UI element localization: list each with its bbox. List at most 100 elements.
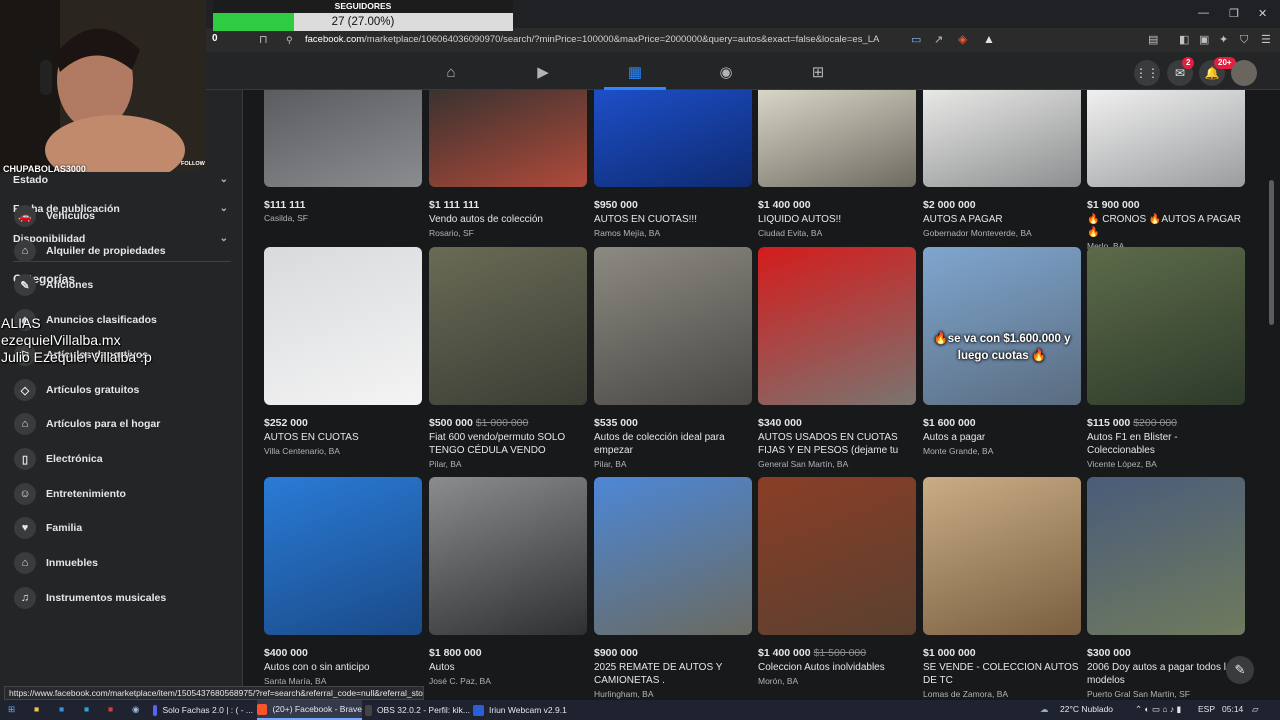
filter-estado[interactable]: Estado ⌄	[13, 174, 228, 186]
category-item[interactable]: ◇ Artículos gratuitos	[14, 379, 139, 401]
category-item[interactable]: ⌂ Alquiler de propiedades	[14, 240, 166, 262]
listing-title[interactable]: Autos de colección ideal para empezar	[594, 431, 752, 457]
steam-icon[interactable]: ◉	[132, 704, 139, 715]
listing-card[interactable]: $1 400 000 $1 500 000 Coleccion Autos inol…	[758, 477, 916, 686]
listing-card[interactable]: $2 000 000 AUTOS A PAGAR Gobernador Montev…	[923, 90, 1081, 238]
category-item[interactable]: ☺ Entretenimiento	[14, 483, 126, 505]
listing-price: $300 000	[1087, 647, 1245, 659]
brave-shield-icon[interactable]: ◈	[958, 33, 967, 45]
close-icon[interactable]: ✕	[1258, 7, 1267, 20]
taskbar-app[interactable]: OBS 32.0.2 - Perfil: kik...	[365, 700, 470, 720]
listing-card[interactable]: $252 000 AUTOS EN CUOTAS Villa Centenario,…	[264, 247, 422, 456]
listing-title[interactable]: AUTOS EN CUOTAS	[264, 431, 422, 444]
category-item[interactable]: ✎ Aficiones	[14, 274, 93, 296]
listing-card[interactable]: $1 111 111 Vendo autos de colección Rosari…	[429, 90, 587, 238]
streamer-name: CHUPABOLAS3000	[3, 164, 86, 174]
vpn-icon[interactable]: ⛉	[1240, 34, 1248, 46]
listing-card[interactable]: $400 000 Autos con o sin anticipo Santa Ma…	[264, 477, 422, 686]
explorer-icon[interactable]: ■	[34, 704, 39, 714]
sidebar-toggle-icon[interactable]: ◧	[1179, 34, 1189, 46]
listing-title[interactable]: AUTOS USADOS EN CUOTAS FIJAS Y EN PESOS …	[758, 431, 916, 457]
notification-icon[interactable]: ▱	[1252, 704, 1259, 715]
listing-title[interactable]: Vendo autos de colección	[429, 213, 587, 226]
listing-title[interactable]: SE VENDE - COLECCION AUTOS DE TC	[923, 661, 1081, 687]
menu-icon[interactable]: ☰	[1261, 34, 1271, 46]
app-icon	[257, 703, 268, 715]
listing-card[interactable]: $111 111 Casilda, SF	[264, 90, 422, 223]
language[interactable]: ESP	[1198, 704, 1215, 714]
photo-overlay-text: 🔥se va con $1.600.000 y luego cuotas 🔥	[933, 333, 1071, 362]
share-icon[interactable]: ↗	[934, 34, 943, 46]
price-value: $340 000	[758, 417, 802, 429]
wallet-icon[interactable]: ▣	[1199, 34, 1209, 46]
listing-card[interactable]: $115 000 $200 000 Autos F1 en Blister - Co…	[1087, 247, 1245, 469]
nav-home-icon[interactable]: ⌂	[441, 62, 461, 82]
listing-title[interactable]: Autos a pagar	[923, 431, 1081, 444]
listing-card[interactable]: $1 400 000 LIQUIDO AUTOS!! Ciudad Evita, B…	[758, 90, 916, 238]
listing-title[interactable]: 2006 Doy autos a pagar todos l... modelo…	[1087, 661, 1245, 687]
menu-grid-icon[interactable]: ⋮⋮	[1134, 60, 1160, 86]
tray-icons[interactable]: ⌃ ◐ ▭ ⌂ ♪ ▮	[1135, 704, 1181, 715]
listing-card[interactable]: $1 800 000 Autos José C. Paz, BA	[429, 477, 587, 686]
listing-card[interactable]: $535 000 Autos de colección ideal para em…	[594, 247, 752, 469]
listing-card[interactable]: $950 000 AUTOS EN CUOTAS!!! Ramos Mejía, B…	[594, 90, 752, 238]
reader-icon[interactable]: ▤	[1148, 34, 1158, 46]
edit-icon[interactable]: ✎	[1226, 656, 1254, 684]
listing-card[interactable]: $500 000 $1 000 000 Fiat 600 vendo/permuto…	[429, 247, 587, 469]
follower-goal: SEGUIDORES 27 (27.00%)	[213, 0, 513, 31]
listing-title[interactable]: Fiat 600 vendo/permuto SOLO TENGO CÉDULA…	[429, 431, 587, 457]
url-field[interactable]: facebook.com/marketplace/106064036090970…	[305, 34, 879, 45]
category-item[interactable]: ▯ Electrónica	[14, 448, 103, 470]
nav-groups-icon[interactable]: ◉	[716, 62, 736, 82]
listing-card[interactable]: 🔥FIAT CRONOS A PAGAR, RETIRA CON $2.000.…	[1087, 90, 1245, 251]
nav-video-icon[interactable]: ▶	[533, 62, 553, 82]
listing-card[interactable]: $1 000 000 SE VENDE - COLECCION AUTOS DE …	[923, 477, 1081, 699]
listing-title[interactable]: Autos con o sin anticipo	[264, 661, 422, 674]
price-value: $1 000 000	[923, 647, 976, 659]
taskbar-app[interactable]: Solo Fachas 2.0 | : ( - ...	[153, 700, 253, 720]
listing-location: Morón, BA	[758, 676, 799, 686]
listing-card[interactable]: $900 000 2025 REMATE DE AUTOS Y CAMIONETA…	[594, 477, 752, 699]
listing-card[interactable]: 🔥se va con $1.600.000 y luego cuotas 🔥 $1…	[923, 247, 1081, 456]
taskbar-app[interactable]: Iriun Webcam v2.9.1	[473, 700, 568, 720]
category-item[interactable]: ♫ Instrumentos musicales	[14, 587, 166, 609]
bookmark-icon[interactable]: ⊓	[259, 34, 268, 46]
listing-title[interactable]: AUTOS A PAGAR	[923, 213, 1081, 226]
site-info-icon[interactable]: ⚲	[286, 34, 293, 46]
goal-value: 27 (27.00%)	[331, 16, 395, 28]
minimize-icon[interactable]: —	[1198, 7, 1209, 19]
listing-price: $111 111	[264, 199, 422, 211]
profile-avatar[interactable]	[1231, 60, 1257, 86]
nav-gaming-icon[interactable]: ⊞	[808, 62, 828, 82]
listing-title[interactable]: 🔥 CRONOS 🔥AUTOS A PAGAR 🔥	[1087, 213, 1245, 239]
restore-icon[interactable]: ❐	[1229, 7, 1239, 20]
category-label: Aficiones	[46, 279, 94, 291]
brave-rewards-icon[interactable]: ▲	[983, 33, 995, 45]
listing-photo	[594, 477, 752, 635]
home-icon: ⌂	[14, 413, 36, 435]
leo-ai-icon[interactable]: ✦	[1219, 34, 1228, 46]
listing-title[interactable]: 2025 REMATE DE AUTOS Y CAMIONETAS .	[594, 661, 752, 687]
listing-title[interactable]: Autos F1 en Blister - Coleccionables	[1087, 431, 1245, 457]
listing-card[interactable]: $300 000 2006 Doy autos a pagar todos l..…	[1087, 477, 1245, 699]
nav-marketplace-icon[interactable]: ▦	[625, 62, 645, 82]
listing-location: Monte Grande, BA	[923, 446, 994, 456]
app-icon[interactable]: ■	[59, 704, 64, 714]
category-item[interactable]: 🚗 Vehículos	[14, 205, 95, 227]
app-icon[interactable]: ■	[108, 704, 113, 714]
category-item[interactable]: ⌂ Inmuebles	[14, 552, 98, 574]
cast-icon[interactable]: ▭	[911, 34, 921, 46]
price-value: $1 600 000	[923, 417, 976, 429]
taskbar-app[interactable]: (20+) Facebook - Brave	[257, 700, 362, 720]
listing-title[interactable]: LIQUIDO AUTOS!!	[758, 213, 916, 226]
listing-card[interactable]: $340 000 AUTOS USADOS EN CUOTAS FIJAS Y E…	[758, 247, 916, 469]
category-item[interactable]: ♥ Familia	[14, 517, 82, 539]
start-icon[interactable]: ⊞	[8, 704, 15, 715]
app-icon[interactable]: ■	[84, 704, 89, 714]
category-item[interactable]: ⌂ Artículos para el hogar	[14, 413, 160, 435]
listing-title[interactable]: Autos	[429, 661, 587, 674]
listing-title[interactable]: Coleccion Autos inolvidables	[758, 661, 916, 674]
listing-location: Ciudad Evita, BA	[758, 228, 823, 238]
scrollbar[interactable]	[1269, 180, 1274, 325]
listing-title[interactable]: AUTOS EN CUOTAS!!!	[594, 213, 752, 226]
